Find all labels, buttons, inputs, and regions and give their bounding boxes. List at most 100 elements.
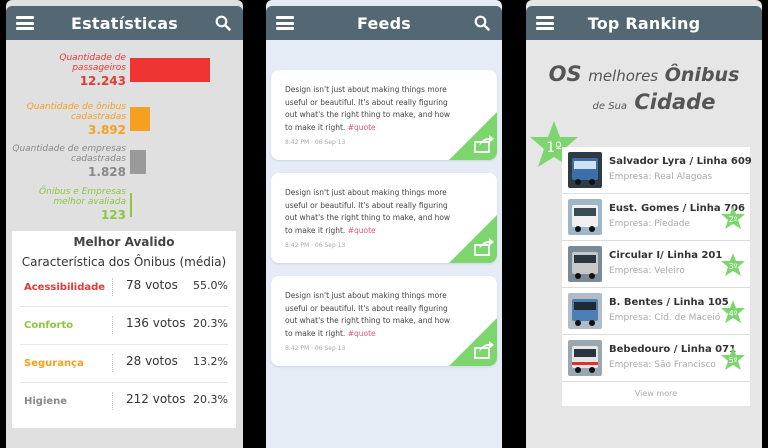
post-text: Design isn't just about making things mo… bbox=[285, 84, 453, 134]
menu-icon[interactable] bbox=[536, 16, 554, 30]
feed-post[interactable]: Design isn't just about making things mo… bbox=[271, 173, 497, 263]
ranking-screen: Top Ranking OS melhores Ônibus de Sua Ci… bbox=[526, 0, 762, 448]
stat-value: 1.828 bbox=[88, 165, 126, 179]
rating-percent: 20.3% bbox=[193, 317, 228, 330]
bar-companies bbox=[130, 150, 146, 174]
card-subtitle: Característica dos Ônibus (média) bbox=[21, 255, 227, 269]
ranking-item[interactable]: Circular I/ Linha 201 Empresa: Veleiro 3… bbox=[562, 241, 750, 288]
stat-label: Quantidade de ônibus cadastradas bbox=[26, 102, 126, 122]
bar-passengers bbox=[130, 58, 210, 82]
heading-de-sua: de Sua bbox=[592, 101, 628, 112]
menu-icon[interactable] bbox=[276, 16, 294, 30]
first-badge: 1º bbox=[546, 140, 562, 156]
heading-cidade: Cidade bbox=[634, 90, 716, 114]
rank-badge: 5º bbox=[729, 356, 738, 365]
feed-post[interactable]: Design isn't just about making things mo… bbox=[271, 70, 497, 160]
rating-label: Segurança bbox=[24, 358, 84, 369]
post-meta: 8:42 PM · 06 Sep 13 bbox=[285, 242, 346, 249]
bus-thumbnail bbox=[568, 199, 602, 235]
rating-row[interactable]: Conforto 136 votos 20.3% bbox=[20, 307, 228, 345]
bar-best-rated bbox=[130, 193, 132, 217]
ranking-item[interactable]: Eust. Gomes / Linha 706 Empresa: Piedade… bbox=[562, 194, 750, 241]
bus-line-name: B. Bentes / Linha 105 bbox=[609, 297, 729, 308]
ranking-item[interactable]: Bebedouro / Linha 071 Empresa: São Franc… bbox=[562, 335, 750, 382]
card-title: Melhor Avalido bbox=[73, 235, 175, 249]
rating-percent: 20.3% bbox=[193, 393, 228, 406]
heading-onibus: Ônibus bbox=[664, 64, 740, 86]
feeds-screen: Feeds Design isn't just about making thi… bbox=[266, 0, 502, 448]
ranking-heading-line1: OS melhores Ônibus bbox=[526, 62, 762, 86]
rating-percent: 13.2% bbox=[193, 355, 228, 368]
bus-line-name: Circular I/ Linha 201 bbox=[609, 250, 723, 261]
bus-line-name: Salvador Lyra / Linha 609 bbox=[609, 156, 752, 167]
post-time: 8:42 PM bbox=[285, 345, 310, 352]
divider bbox=[112, 278, 114, 296]
post-tag[interactable]: #quote bbox=[348, 226, 376, 235]
rank-badge: 2º bbox=[729, 215, 738, 224]
ranking-heading-line2: de Sua Cidade bbox=[526, 90, 762, 114]
view-more-link[interactable]: View more bbox=[562, 382, 750, 406]
post-date: 06 Sep 13 bbox=[314, 345, 346, 352]
page-title: Feeds bbox=[357, 13, 411, 33]
bus-thumbnail bbox=[568, 340, 602, 376]
share-icon[interactable] bbox=[449, 318, 497, 366]
post-tag[interactable]: #quote bbox=[348, 123, 376, 132]
divider bbox=[112, 316, 114, 334]
rating-label: Higiene bbox=[24, 396, 68, 407]
bus-thumbnail bbox=[568, 152, 602, 188]
search-icon[interactable] bbox=[474, 15, 490, 31]
bus-company: Empresa: Piedade bbox=[609, 219, 691, 229]
page-title: Top Ranking bbox=[587, 13, 701, 33]
statistics-screen: Estatísticas Quantidade de passageiros 1… bbox=[6, 0, 243, 448]
bus-company: Empresa: São Francisco bbox=[609, 360, 716, 370]
rating-row[interactable]: Segurança 28 votos 13.2% bbox=[20, 345, 228, 383]
bus-company: Empresa: Veleiro bbox=[609, 266, 685, 276]
stat-value: 123 bbox=[100, 208, 126, 222]
bus-thumbnail bbox=[568, 246, 602, 282]
stat-label: Quantidade de passageiros bbox=[59, 53, 126, 73]
share-icon[interactable] bbox=[449, 112, 497, 160]
post-tag[interactable]: #quote bbox=[348, 329, 376, 338]
post-meta: 8:42 PM · 06 Sep 13 bbox=[285, 139, 346, 146]
ranking-list: Salvador Lyra / Linha 609 Empresa: Real … bbox=[562, 147, 752, 406]
divider bbox=[112, 392, 114, 410]
share-icon[interactable] bbox=[449, 215, 497, 263]
statistics-header: Estatísticas bbox=[6, 6, 243, 40]
bus-company: Empresa: Real Alagoas bbox=[609, 172, 713, 182]
stat-companies: Quantidade de empresas cadastradas 1.828 bbox=[12, 144, 126, 179]
search-icon[interactable] bbox=[215, 15, 231, 31]
stat-label: Quantidade de empresas cadastradas bbox=[12, 144, 126, 164]
bus-thumbnail bbox=[568, 293, 602, 329]
divider bbox=[112, 354, 114, 372]
rating-percent: 55.0% bbox=[193, 279, 228, 292]
rank-star-icon: 5º bbox=[721, 347, 745, 370]
bar-buses bbox=[130, 107, 150, 131]
post-text: Design isn't just about making things mo… bbox=[285, 187, 453, 237]
rank-badge: 3º bbox=[729, 262, 738, 271]
post-date: 06 Sep 13 bbox=[314, 242, 346, 249]
feed-post[interactable]: Design isn't just about making things mo… bbox=[271, 276, 497, 366]
feeds-header: Feeds bbox=[266, 6, 502, 40]
rating-row[interactable]: Higiene 212 votos 20.3% bbox=[20, 383, 228, 421]
post-text: Design isn't just about making things mo… bbox=[285, 290, 453, 340]
stat-passengers: Quantidade de passageiros 12.243 bbox=[12, 53, 126, 88]
bus-company: Empresa: Cid. de Maceió bbox=[609, 313, 721, 323]
rank-star-icon: 4º bbox=[721, 300, 745, 323]
rank-star-icon: 2º bbox=[721, 206, 745, 229]
page-title: Estatísticas bbox=[71, 13, 178, 33]
post-time: 8:42 PM bbox=[285, 139, 310, 146]
heading-os: OS bbox=[548, 62, 582, 86]
rating-row[interactable]: Acessibilidade 78 votos 55.0% bbox=[20, 269, 228, 307]
rank-badge: 4º bbox=[729, 309, 738, 318]
ranking-item[interactable]: Salvador Lyra / Linha 609 Empresa: Real … bbox=[562, 147, 752, 194]
stat-buses: Quantidade de ônibus cadastradas 3.892 bbox=[12, 102, 126, 137]
menu-icon[interactable] bbox=[16, 16, 34, 30]
rating-label: Acessibilidade bbox=[24, 282, 106, 293]
rank-star-icon: 3º bbox=[721, 253, 745, 276]
post-date: 06 Sep 13 bbox=[314, 139, 346, 146]
post-meta: 8:42 PM · 06 Sep 13 bbox=[285, 345, 346, 352]
ranking-item[interactable]: B. Bentes / Linha 105 Empresa: Cid. de M… bbox=[562, 288, 750, 335]
post-time: 8:42 PM bbox=[285, 242, 310, 249]
bus-line-name: Bebedouro / Linha 071 bbox=[609, 344, 737, 355]
stat-label: Ônibus e Empresas melhor avaliada bbox=[39, 187, 126, 207]
